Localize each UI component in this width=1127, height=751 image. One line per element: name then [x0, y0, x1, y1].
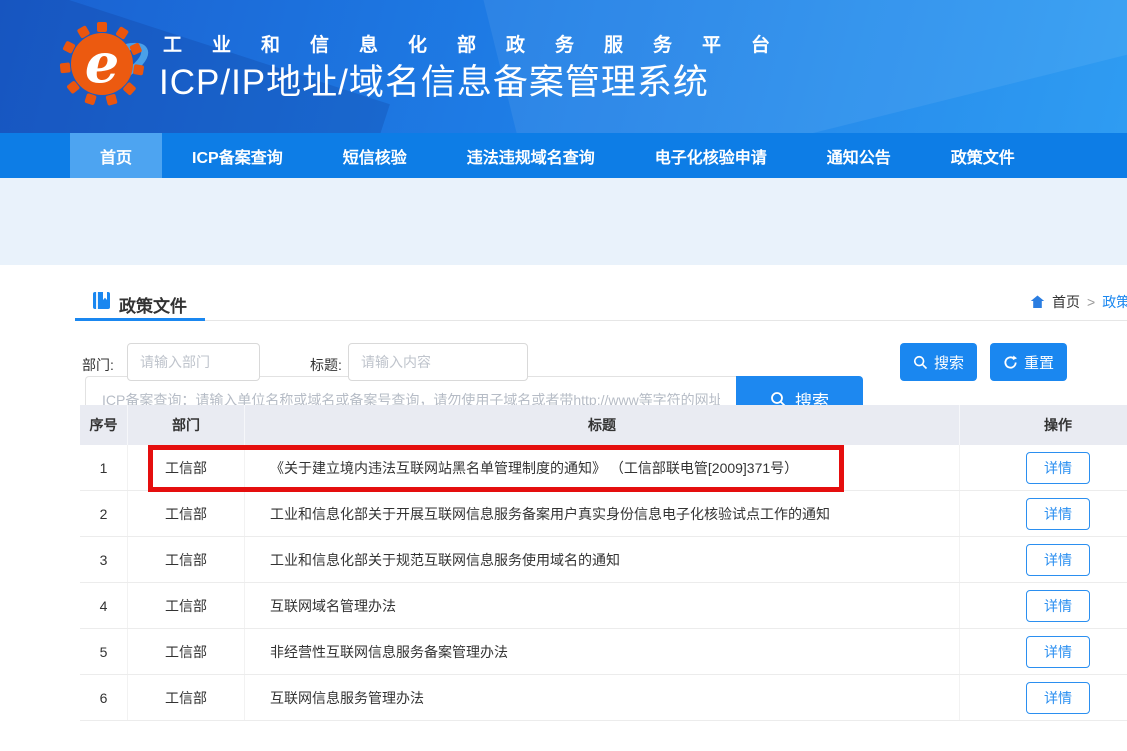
row-dept: 工信部 [128, 675, 245, 720]
filter-search-label: 搜索 [934, 352, 964, 373]
filter-reset-label: 重置 [1024, 352, 1054, 373]
table-row: 2 工信部 工业和信息化部关于开展互联网信息服务备案用户真实身份信息电子化核验试… [80, 491, 1127, 537]
nav-tab-policy-files[interactable]: 政策文件 [921, 133, 1045, 178]
row-title: 《关于建立境内违法互联网站黑名单管理制度的通知》 （工信部联电管[2009]37… [245, 445, 960, 490]
detail-button[interactable]: 详情 [1026, 544, 1090, 576]
svg-text:e: e [85, 31, 119, 95]
detail-button[interactable]: 详情 [1026, 498, 1090, 530]
page-title: ICP/IP地址/域名信息备案管理系统 [159, 54, 709, 105]
row-dept: 工信部 [128, 629, 245, 674]
home-icon [1030, 295, 1045, 309]
title-filter-label: 标题: [310, 355, 342, 375]
row-dept: 工信部 [128, 583, 245, 628]
detail-button[interactable]: 详情 [1026, 682, 1090, 714]
row-title: 非经营性互联网信息服务备案管理办法 [245, 629, 960, 674]
nav-tab-notices[interactable]: 通知公告 [797, 133, 921, 178]
col-header-action: 操作 [960, 405, 1127, 445]
col-header-title: 标题 [245, 405, 960, 445]
policy-table: 序号 部门 标题 操作 1 工信部 《关于建立境内违法互联网站黑名单管理制度的通… [80, 405, 1127, 721]
row-no: 5 [80, 629, 128, 674]
breadcrumb: 首页 > 政策文件 [1030, 292, 1127, 312]
policy-book-icon [92, 291, 111, 310]
table-header-row: 序号 部门 标题 操作 [80, 405, 1127, 445]
site-header: e 工业和信息化部政务服务平台 ICP/IP地址/域名信息备案管理系统 [0, 0, 1127, 133]
dept-filter-label: 部门: [82, 355, 114, 375]
header-subtitle: 工业和信息化部政务服务平台 [163, 30, 800, 57]
section-active-bar [75, 318, 205, 321]
row-title: 工业和信息化部关于开展互联网信息服务备案用户真实身份信息电子化核验试点工作的通知 [245, 491, 960, 536]
filter-search-button[interactable]: 搜索 [900, 343, 977, 381]
filter-reset-button[interactable]: 重置 [990, 343, 1067, 381]
nav-tab-icp-query[interactable]: ICP备案查询 [162, 133, 313, 178]
breadcrumb-current[interactable]: 政策文件 [1102, 292, 1127, 312]
detail-button[interactable]: 详情 [1026, 590, 1090, 622]
row-no: 1 [80, 445, 128, 490]
table-row: 4 工信部 互联网域名管理办法 详情 [80, 583, 1127, 629]
dept-filter-input[interactable] [127, 343, 260, 381]
icp-search-strip: 搜索 网站 APP 小程序 快应用 [0, 178, 1127, 265]
detail-button[interactable]: 详情 [1026, 636, 1090, 668]
miit-logo-icon: e [56, 14, 156, 116]
table-row: 5 工信部 非经营性互联网信息服务备案管理办法 详情 [80, 629, 1127, 675]
section-title: 政策文件 [119, 292, 187, 317]
page: e 工业和信息化部政务服务平台 ICP/IP地址/域名信息备案管理系统 首页 I… [0, 0, 1127, 751]
nav-tab-home[interactable]: 首页 [70, 133, 162, 178]
table-row: 1 工信部 《关于建立境内违法互联网站黑名单管理制度的通知》 （工信部联电管[2… [80, 445, 1127, 491]
row-no: 4 [80, 583, 128, 628]
main-nav: 首页 ICP备案查询 短信核验 违法违规域名查询 电子化核验申请 通知公告 政策… [0, 133, 1127, 178]
row-title: 工业和信息化部关于规范互联网信息服务使用域名的通知 [245, 537, 960, 582]
row-dept: 工信部 [128, 491, 245, 536]
col-header-no: 序号 [80, 405, 128, 445]
table-row: 6 工信部 互联网信息服务管理办法 详情 [80, 675, 1127, 721]
row-no: 2 [80, 491, 128, 536]
row-no: 6 [80, 675, 128, 720]
section-divider [75, 320, 1127, 321]
detail-button[interactable]: 详情 [1026, 452, 1090, 484]
row-title: 互联网域名管理办法 [245, 583, 960, 628]
col-header-dept: 部门 [128, 405, 245, 445]
nav-tab-e-verify-apply[interactable]: 电子化核验申请 [625, 133, 797, 178]
search-icon [913, 355, 928, 370]
reset-icon [1003, 355, 1018, 370]
breadcrumb-home[interactable]: 首页 [1052, 292, 1080, 312]
row-dept: 工信部 [128, 445, 245, 490]
row-title: 互联网信息服务管理办法 [245, 675, 960, 720]
nav-tab-sms-verify[interactable]: 短信核验 [313, 133, 437, 178]
row-dept: 工信部 [128, 537, 245, 582]
row-no: 3 [80, 537, 128, 582]
breadcrumb-separator: > [1087, 294, 1095, 310]
title-filter-input[interactable] [348, 343, 528, 381]
table-row: 3 工信部 工业和信息化部关于规范互联网信息服务使用域名的通知 详情 [80, 537, 1127, 583]
nav-tab-illegal-domain-query[interactable]: 违法违规域名查询 [437, 133, 625, 178]
